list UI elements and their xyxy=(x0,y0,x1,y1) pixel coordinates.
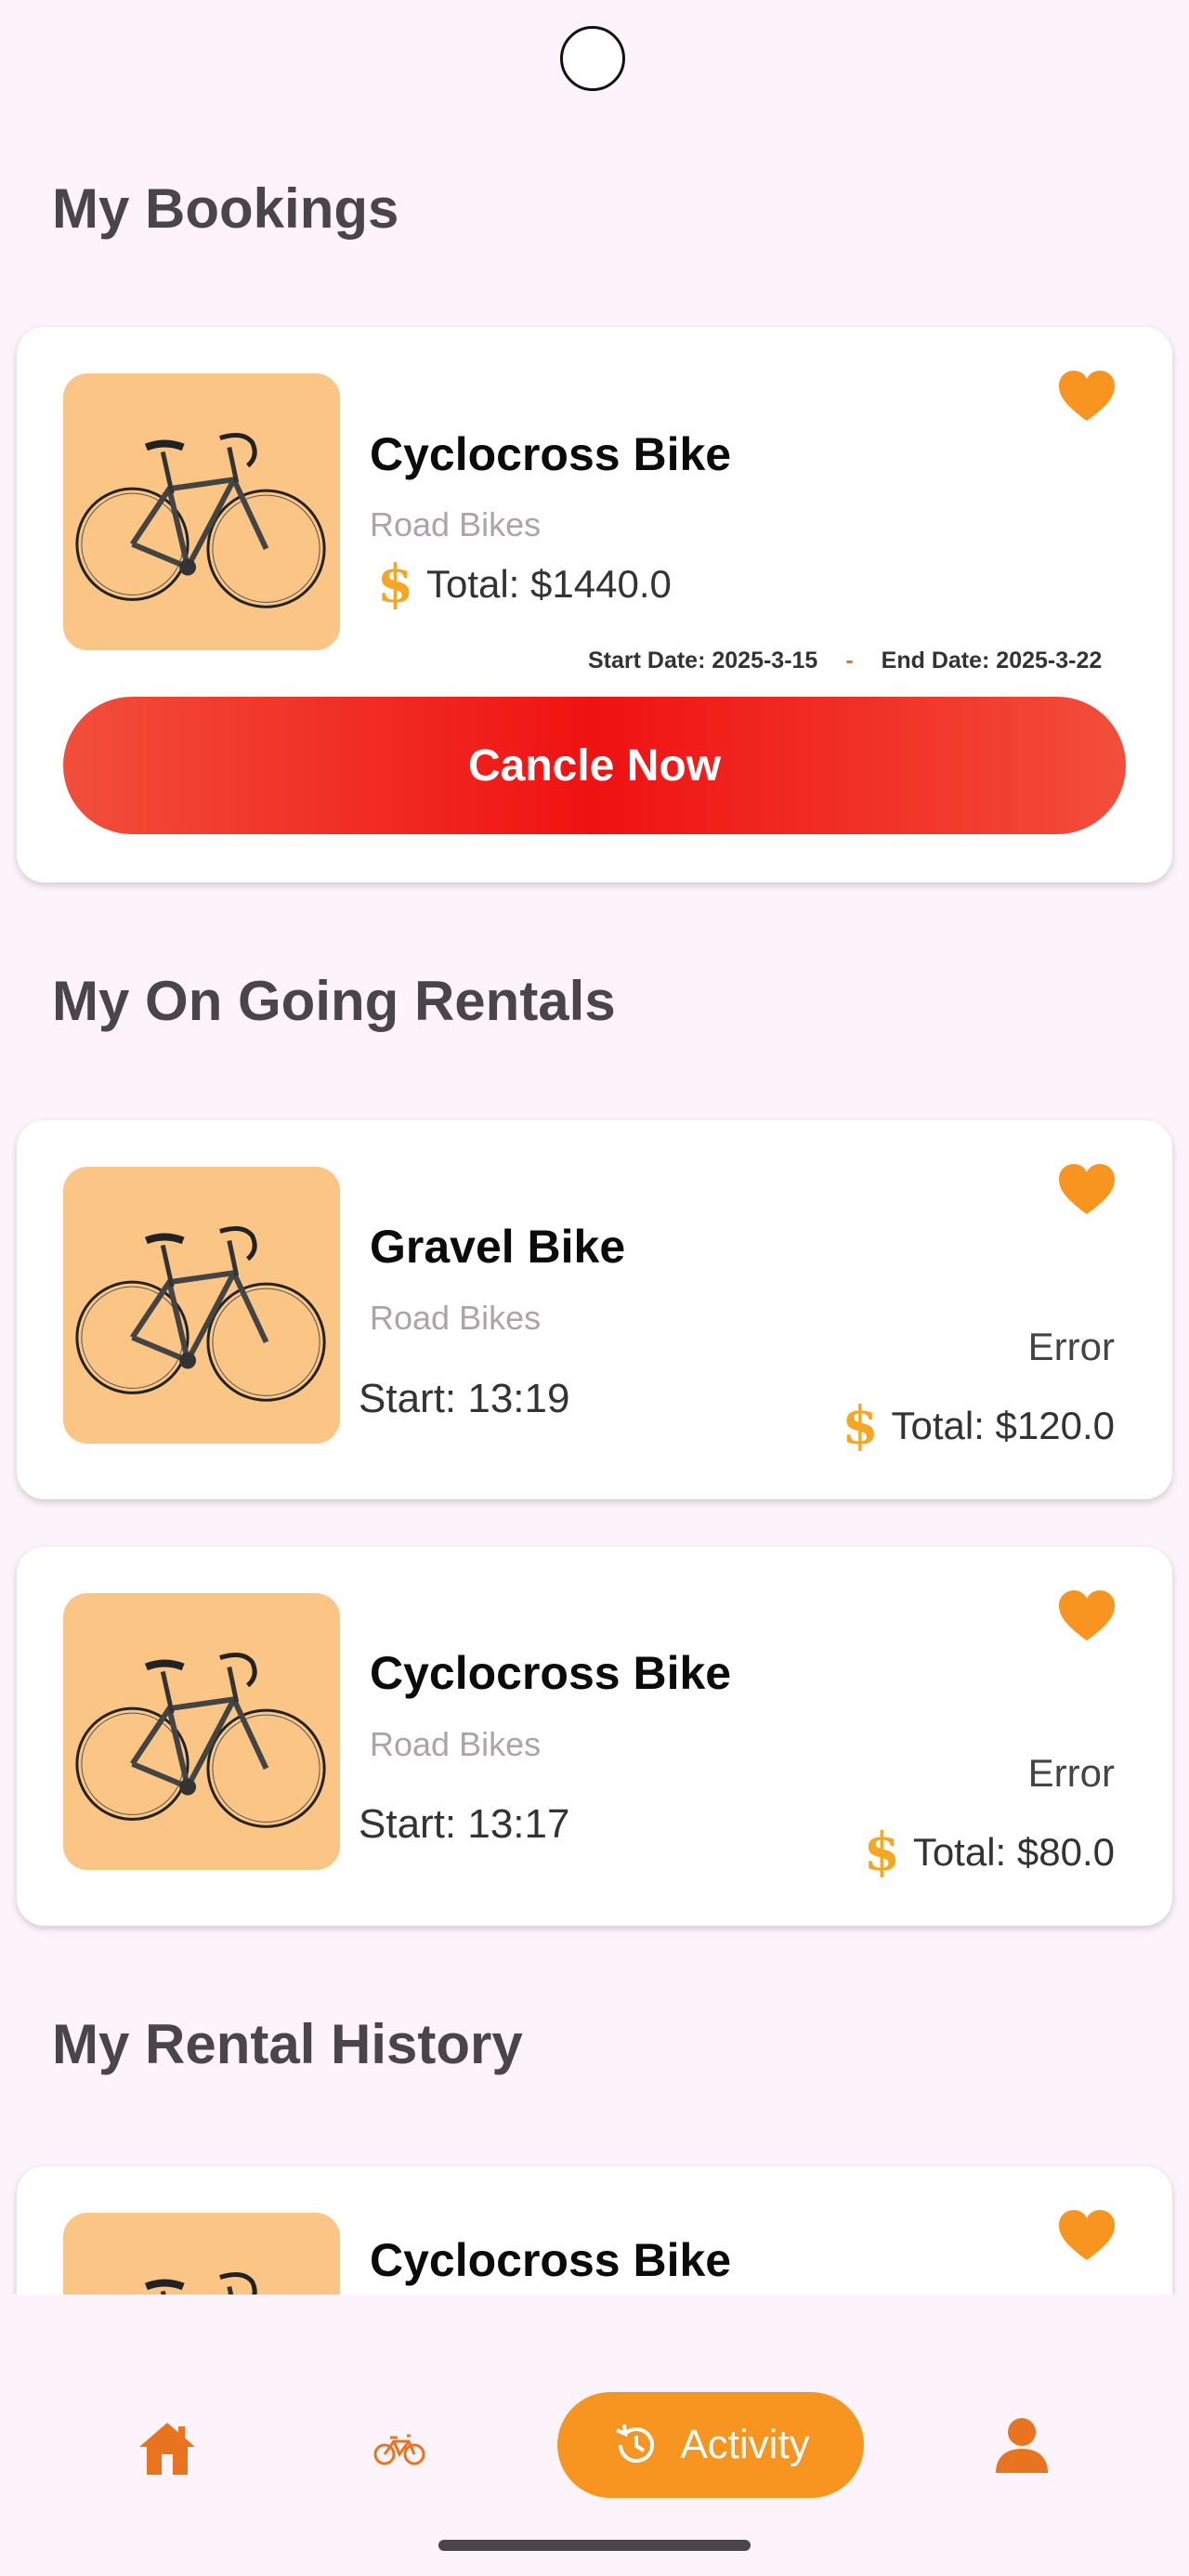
nav-activity[interactable]: Activity xyxy=(557,2392,864,2498)
rental-total: $ Total: $80.0 xyxy=(864,1822,1115,1883)
bike-category: Road Bikes xyxy=(370,1725,542,1763)
date-separator: - xyxy=(845,647,854,673)
nav-home[interactable] xyxy=(130,2412,204,2486)
bike-name: Cyclocross Bike xyxy=(370,428,732,480)
bike-name: Cyclocross Bike xyxy=(370,1647,732,1699)
person-icon xyxy=(996,2418,1048,2473)
bike-image xyxy=(63,1167,340,1444)
bottom-nav-bar: Activity xyxy=(0,2315,1189,2576)
rental-start-time: Start: 13:19 xyxy=(359,1376,570,1421)
bike-image xyxy=(63,1593,340,1870)
dollar-icon: $ xyxy=(863,1822,900,1883)
booking-total: $ Total: $1440.0 xyxy=(377,554,672,615)
favorite-heart-icon[interactable] xyxy=(1057,1162,1117,1218)
history-rental-card[interactable]: Cyclocross Bike xyxy=(17,2166,1172,2295)
total-text: Total: $120.0 xyxy=(891,1404,1115,1447)
bike-category: Road Bikes xyxy=(370,505,542,543)
bike-icon xyxy=(373,2434,425,2465)
rental-status: Error xyxy=(1027,1325,1115,1368)
history-icon xyxy=(616,2424,655,2464)
bike-image xyxy=(63,2213,340,2295)
favorite-heart-icon[interactable] xyxy=(1057,1589,1117,1644)
bike-name: Cyclocross Bike xyxy=(370,2234,732,2286)
end-date: End Date: 2025-3-22 xyxy=(881,647,1103,673)
rental-total: $ Total: $120.0 xyxy=(843,1395,1115,1457)
booking-card[interactable]: Cyclocross Bike Road Bikes $ Total: $144… xyxy=(17,327,1172,883)
bike-image xyxy=(63,373,340,650)
favorite-heart-icon[interactable] xyxy=(1057,369,1117,425)
section-title-bookings: My Bookings xyxy=(52,177,399,240)
home-icon xyxy=(139,2423,195,2475)
bike-name: Gravel Bike xyxy=(370,1221,626,1273)
ongoing-rental-card[interactable]: Cyclocross Bike Road Bikes Start: 13:17 … xyxy=(17,1547,1172,1926)
nav-bikes[interactable] xyxy=(362,2412,437,2486)
section-title-history: My Rental History xyxy=(52,2013,523,2075)
dollar-icon: $ xyxy=(377,554,413,615)
home-indicator[interactable] xyxy=(438,2540,751,2551)
activity-scroll-area[interactable]: My Bookings Cyclocross Bike Road Bikes $… xyxy=(0,0,1189,2295)
section-title-ongoing: My On Going Rentals xyxy=(52,970,616,1032)
start-date: Start Date: 2025-3-15 xyxy=(588,647,818,673)
dollar-icon: $ xyxy=(842,1395,879,1457)
rental-start-time: Start: 13:17 xyxy=(359,1801,570,1847)
favorite-heart-icon[interactable] xyxy=(1057,2208,1117,2264)
total-text: Total: $80.0 xyxy=(912,1830,1115,1874)
nav-profile[interactable] xyxy=(985,2408,1059,2482)
ongoing-rental-card[interactable]: Gravel Bike Road Bikes Start: 13:19 Erro… xyxy=(17,1120,1172,1499)
rental-status: Error xyxy=(1027,1751,1115,1795)
cancel-booking-button[interactable]: Cancle Now xyxy=(63,697,1126,834)
bike-category: Road Bikes xyxy=(370,1299,542,1337)
total-text: Total: $1440.0 xyxy=(425,562,672,606)
booking-dates: Start Date: 2025-3-15 - End Date: 2025-3… xyxy=(588,647,1102,674)
nav-activity-label: Activity xyxy=(680,2422,810,2467)
